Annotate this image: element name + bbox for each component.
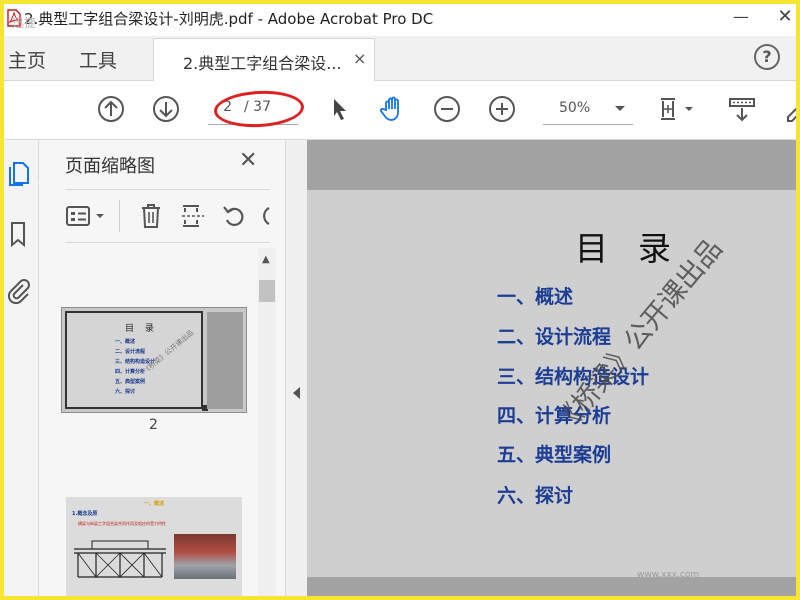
help-button[interactable]: ? [754, 44, 780, 70]
document-view[interactable]: 目录 一、概述 二、设计流程 三、结构构造设计 四、计算分析 五、典型案例 六、… [307, 140, 800, 600]
zoom-out-icon[interactable] [433, 95, 461, 123]
collapse-arrow-icon[interactable] [293, 387, 300, 399]
list-item: 五、典型案例 [115, 379, 146, 385]
more-tools-icon[interactable] [261, 202, 271, 230]
attachments-icon[interactable] [5, 276, 31, 304]
toc-item: 二、设计流程 [497, 326, 612, 348]
close-tab-icon[interactable]: × [353, 49, 366, 68]
page-fit-icon[interactable] [658, 95, 698, 123]
thumbnail-page-label: 2 [149, 417, 158, 433]
scroll-up-icon[interactable]: ▲ [262, 254, 270, 265]
thumbnail-heading: 1.概念及原 [72, 511, 98, 517]
page-thumbnail[interactable]: 一、概述 1.概念及原 横梁与纵梁工字组合梁共同作用及相应的受力特性 [66, 497, 242, 600]
sign-icon[interactable] [782, 95, 800, 123]
tab-document[interactable]: 2.典型工字组合梁设... × [153, 38, 375, 81]
main-toolbar: 2 / 37 50% [0, 81, 800, 140]
page-header-band [307, 140, 800, 190]
zoom-in-icon[interactable] [488, 95, 516, 123]
page-thumbnails-icon[interactable] [5, 160, 31, 188]
left-navigation-rail [0, 140, 39, 600]
panel-title: 页面缩略图 [65, 156, 155, 177]
next-page-icon[interactable] [152, 95, 180, 123]
extract-page-icon[interactable] [179, 202, 207, 230]
list-item: 一、概述 [115, 339, 136, 345]
toc-item: 六、探讨 [497, 485, 574, 507]
title-bar: 2.典型工字组合梁设计-刘明虎.pdf - Adobe Acrobat Pro … [0, 0, 800, 36]
scroll-thumb[interactable] [259, 280, 275, 302]
tab-home[interactable]: 主页 [8, 46, 46, 73]
list-item: 六、探讨 [115, 389, 136, 395]
scroll-mode-icon[interactable] [728, 95, 756, 123]
toc-item: 五、典型案例 [497, 444, 612, 466]
toc-item: 一、概述 [497, 286, 574, 308]
hand-tool-icon[interactable] [379, 95, 407, 123]
minimize-button[interactable]: — [724, 2, 758, 32]
previous-page-icon[interactable] [97, 95, 125, 123]
thumbnail-options-icon[interactable] [65, 202, 109, 230]
thumbnail-title: 一、概述 [144, 501, 165, 507]
bridge-photo [174, 534, 236, 579]
thumbnail-text: 横梁与纵梁工字组合梁共同作用及相应的受力特性 [78, 521, 166, 526]
rotate-page-icon[interactable] [221, 202, 249, 230]
delete-page-icon[interactable] [137, 202, 165, 230]
toolbar-separator [119, 200, 120, 232]
zoom-dropdown[interactable]: 50% [543, 94, 633, 125]
page-thumbnails-panel: 页面缩略图 ✕ ▲ 目 录 一、概述 二、设计流程 三、结构构造设计 四、计算分… [39, 140, 285, 600]
divider [65, 242, 270, 243]
thumbnail-scrollbar[interactable]: ▲ [258, 248, 276, 600]
page-footer-band [307, 577, 800, 600]
close-panel-icon[interactable]: ✕ [239, 148, 257, 173]
close-window-button[interactable]: ✕ [768, 2, 800, 32]
footer-watermark: www.xxx.com [637, 570, 700, 580]
bridge-drawing [74, 540, 166, 578]
thumbnail-gray-area [207, 312, 243, 409]
thumbnail-title: 目 录 [125, 324, 158, 334]
tab-bar: 主页 工具 2.典型工字组合梁设... × ? [0, 36, 800, 81]
zoom-value: 50% [559, 100, 591, 116]
list-item: 二、设计流程 [115, 349, 146, 355]
thumbnail-page-preview: 目 录 一、概述 二、设计流程 三、结构构造设计 四、计算分析 五、典型案例 六… [65, 311, 208, 411]
select-cursor-icon[interactable] [326, 95, 354, 123]
tab-tools[interactable]: 工具 [79, 46, 117, 73]
window-title: 2.典型工字组合梁设计-刘明虎.pdf - Adobe Acrobat Pro … [24, 10, 434, 28]
chevron-down-icon [615, 106, 625, 111]
document-tab-label: 2.典型工字组合梁设... [183, 54, 342, 73]
bookmarks-icon[interactable] [5, 220, 31, 248]
overlay-watermark: 迅捷 [12, 16, 37, 30]
divider [65, 189, 270, 190]
page-thumbnail[interactable]: 目 录 一、概述 二、设计流程 三、结构构造设计 四、计算分析 五、典型案例 六… [61, 307, 247, 413]
panel-collapse-bar[interactable] [285, 140, 308, 600]
